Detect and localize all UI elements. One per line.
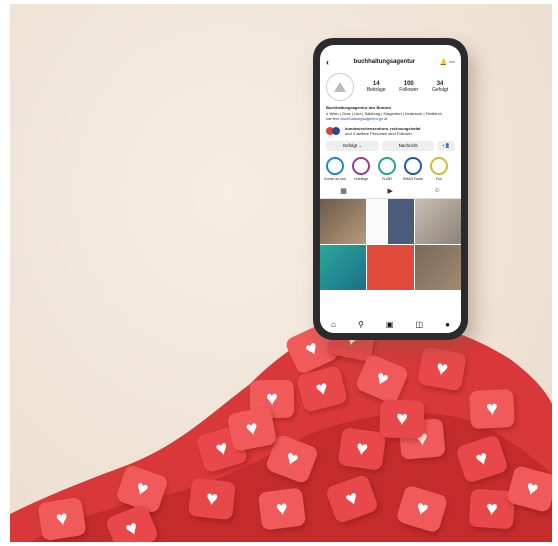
heart-tile: ♥ (257, 487, 307, 531)
heart-tile: ♥ (379, 399, 425, 439)
profile-username: buchhaltungsagentur (353, 59, 416, 65)
story-highlight[interactable]: Fun (428, 156, 450, 181)
highlight-ring (378, 156, 396, 175)
header-actions[interactable]: 🔔 ⋯ (440, 59, 455, 66)
heart-tile: ♥ (417, 346, 467, 392)
highlight-label: FLAIR (382, 176, 392, 181)
search-icon[interactable]: ⚲ (358, 320, 364, 329)
stat-label: Gefolgt (431, 87, 449, 93)
story-highlight[interactable]: FLAIR (376, 156, 398, 181)
highlight-label: Komm zu uns (324, 176, 346, 181)
highlight-label: BHAG Facts (403, 176, 423, 181)
follower-avatars (326, 126, 342, 135)
add-person-button[interactable]: +👤 (437, 140, 456, 151)
highlight-label: Lehrlinge (353, 176, 369, 181)
highlight-label: Fun (435, 176, 443, 181)
followed-by-line2: und 4 weitere Personen sind Follower (345, 130, 412, 136)
following-button[interactable]: Gefolgt ⌄ (326, 140, 379, 151)
instagram-profile-screen: ‹ buchhaltungsagentur 🔔 ⋯ 14 Beiträge 100 F… (320, 45, 461, 333)
profile-stat[interactable]: 100 Follower (399, 81, 418, 93)
heart-tile: ♥ (188, 477, 236, 521)
reels-icon[interactable]: ▣ (386, 320, 394, 329)
post-grid (320, 198, 461, 290)
post-thumbnail[interactable] (414, 198, 461, 244)
heart-tile: ♥ (37, 496, 87, 542)
story-highlight[interactable]: Komm zu uns (324, 156, 346, 181)
bottom-nav: ⌂ ⚲ ▣ ◫ ● (320, 315, 461, 333)
profile-stat[interactable]: 14 Beiträge (367, 81, 386, 93)
message-button[interactable]: Nachricht (381, 140, 435, 151)
smartphone: ‹ buchhaltungsagentur 🔔 ⋯ 14 Beiträge 100 F… (313, 38, 468, 340)
heart-tile: ♥ (337, 427, 387, 471)
post-thumbnail[interactable] (414, 244, 461, 290)
profile-icon[interactable]: ● (445, 320, 450, 329)
highlight-ring (430, 156, 448, 175)
story-highlight[interactable]: BHAG Facts (402, 156, 424, 181)
post-thumbnail[interactable] (320, 198, 367, 244)
heart-tile: ♥ (469, 388, 515, 430)
logo-triangle-icon (334, 82, 346, 92)
tagged-tab-icon[interactable]: ☺ (434, 187, 441, 195)
grid-tab-icon[interactable]: ▦ (340, 187, 347, 195)
post-thumbnail[interactable] (367, 244, 414, 290)
stat-label: Beiträge (366, 87, 386, 93)
highlight-ring (404, 156, 422, 175)
location-pin-icon: ● (326, 110, 329, 116)
highlight-ring (326, 156, 344, 175)
avatar[interactable] (326, 73, 354, 101)
shop-icon[interactable]: ◫ (415, 320, 423, 329)
back-icon[interactable]: ‹ (326, 57, 329, 67)
home-icon[interactable]: ⌂ (331, 320, 336, 329)
photo-scene: ♥♥♥♥♥♥♥♥♥♥♥♥♥♥♥♥♥♥♥♥♥♥♥ ‹ buchhaltungsag… (10, 4, 552, 542)
profile-link[interactable]: karriere.buchhaltungsagentur.gv.at (326, 116, 455, 122)
reels-tab-icon[interactable]: ▶ (388, 187, 393, 195)
post-thumbnail[interactable] (367, 198, 414, 244)
profile-stat[interactable]: 34 Gefolgt (432, 81, 448, 93)
stat-label: Follower (399, 87, 419, 93)
post-thumbnail[interactable] (320, 244, 367, 290)
highlight-ring (352, 156, 370, 175)
story-highlight[interactable]: Lehrlinge (350, 156, 372, 181)
followed-by-line1: bundesrechenzentrum, rechnungshofat (345, 125, 421, 131)
